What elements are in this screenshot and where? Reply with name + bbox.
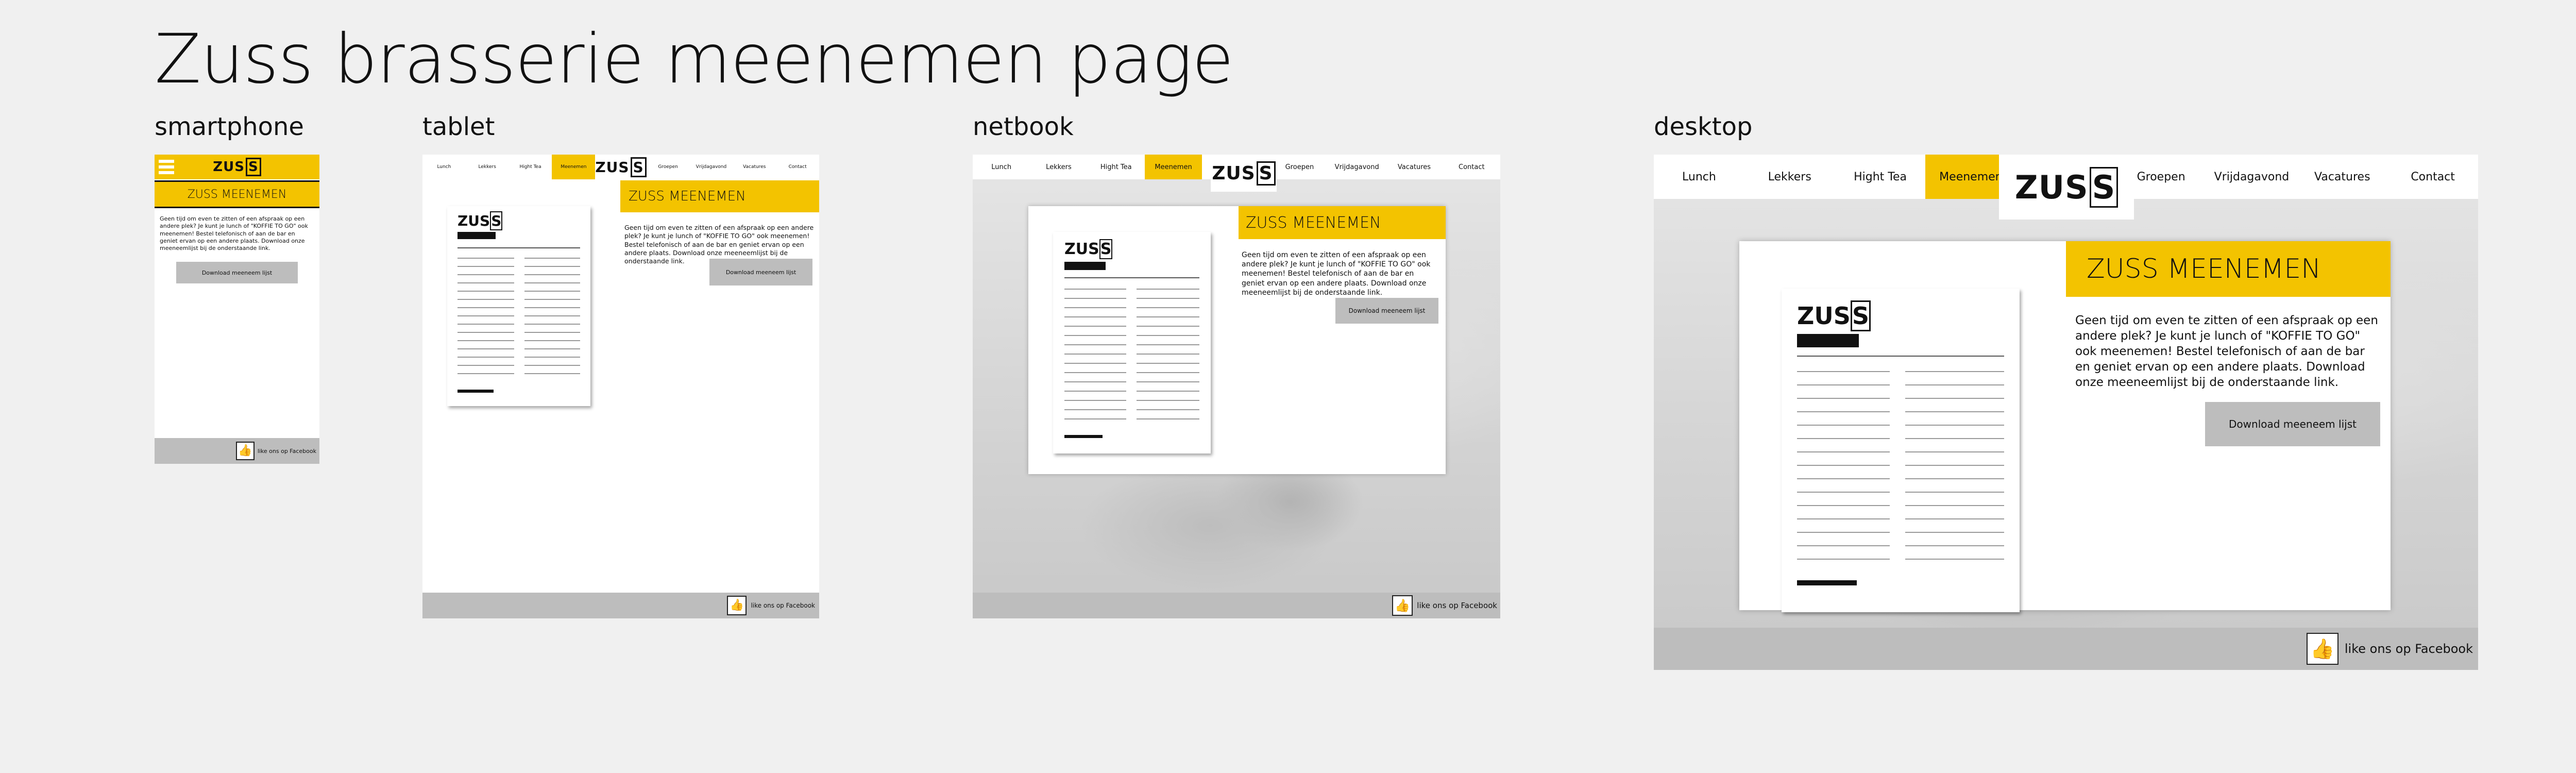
tablet-mockup: Lunch Lekkers Hight Tea Meenemen ZUS S Gr… xyxy=(422,155,819,618)
nav-groepen[interactable]: Groepen xyxy=(647,164,690,170)
section-heading: ZUSS MEENEMEN xyxy=(1239,206,1446,239)
nav-groepen[interactable]: Groepen xyxy=(1271,163,1328,171)
menu-logo: ZUSS xyxy=(1064,239,1113,259)
intro-text: Geen tijd om even te zitten of een afspr… xyxy=(2075,314,2378,389)
menu-label-bar xyxy=(1797,334,1859,347)
label-smartphone: smartphone xyxy=(155,112,304,141)
label-tablet: tablet xyxy=(422,112,495,141)
nav-vacatures[interactable]: Vacatures xyxy=(2297,171,2387,183)
facebook-like-icon[interactable]: 👍 xyxy=(2306,633,2338,665)
nav-contact[interactable]: Contact xyxy=(2387,171,2478,183)
nav-contact[interactable]: Contact xyxy=(1443,163,1500,171)
logo[interactable]: ZUS S xyxy=(211,158,263,176)
logo[interactable]: ZUS S xyxy=(1999,155,2134,220)
nav-lekkers[interactable]: Lekkers xyxy=(1030,163,1087,171)
smartphone-mockup: ZUS S ZUSS MEENEMEN Geen tijd om even te … xyxy=(155,155,319,464)
mobile-header: ZUS S xyxy=(155,155,319,179)
facebook-like-icon[interactable]: 👍 xyxy=(235,442,255,460)
desktop-mockup: Lunch Lekkers Hight Tea Meenemen Groepen… xyxy=(1654,155,2478,670)
nav-vacatures[interactable]: Vacatures xyxy=(733,164,776,170)
download-button[interactable]: Download meeneem lijst xyxy=(176,262,298,283)
download-button[interactable]: Download meeneem lijst xyxy=(1335,298,1438,324)
menu-preview[interactable]: ZUSS xyxy=(447,206,590,406)
nav-vrijdagavond[interactable]: Vrijdagavond xyxy=(1328,163,1385,171)
section-heading: ZUSS MEENEMEN xyxy=(155,180,319,208)
intro-text: Geen tijd om even te zitten of een afspr… xyxy=(1242,251,1431,297)
logo[interactable]: ZUS S xyxy=(1211,155,1277,192)
page-title: Zuss brasserie meenemen page xyxy=(155,20,1234,99)
label-desktop: desktop xyxy=(1654,112,1753,141)
section-heading: ZUSS MEENEMEN xyxy=(620,180,819,212)
nav-lunch[interactable]: Lunch xyxy=(973,163,1030,171)
nav-meenemen[interactable]: Meenemen xyxy=(1144,155,1202,179)
menu-logo: ZUSS xyxy=(457,211,503,230)
nav-vrijdagavond[interactable]: Vrijdagavond xyxy=(2207,171,2297,183)
label-netbook: netbook xyxy=(973,112,1074,141)
section-heading: ZUSS MEENEMEN xyxy=(2066,241,2391,297)
menu-preview[interactable]: ZUSS xyxy=(1053,232,1211,453)
facebook-link[interactable]: like ons op Facebook xyxy=(258,448,316,455)
facebook-like-icon[interactable]: 👍 xyxy=(727,596,747,615)
netbook-mockup: Lunch Lekkers Hight Tea Meenemen Groepen… xyxy=(973,155,1500,618)
footer: 👍 like ons op Facebook xyxy=(422,593,819,618)
menu-logo: ZUSS xyxy=(1797,300,1871,331)
nav-hight-tea[interactable]: Hight Tea xyxy=(1835,171,1926,183)
nav-lekkers[interactable]: Lekkers xyxy=(1744,171,1835,183)
menu-label-bar xyxy=(457,232,496,239)
nav-meenemen[interactable]: Meenemen xyxy=(552,155,596,179)
main-nav: Lunch Lekkers Hight Tea Meenemen ZUS S Gr… xyxy=(422,155,819,179)
menu-preview[interactable]: ZUSS xyxy=(1782,289,2020,612)
nav-hight-tea[interactable]: Hight Tea xyxy=(1088,163,1145,171)
facebook-like-icon[interactable]: 👍 xyxy=(1392,595,1413,616)
facebook-link[interactable]: like ons op Facebook xyxy=(751,602,815,609)
nav-vacatures[interactable]: Vacatures xyxy=(1385,163,1443,171)
nav-contact[interactable]: Contact xyxy=(776,164,819,170)
intro-text: Geen tijd om even te zitten of een afspr… xyxy=(160,215,308,252)
footer: 👍 like ons op Facebook xyxy=(155,438,319,464)
footer: 👍 like ons op Facebook xyxy=(1654,628,2478,670)
nav-lekkers[interactable]: Lekkers xyxy=(466,164,509,170)
menu-label-bar xyxy=(1064,262,1106,270)
logo[interactable]: ZUS S xyxy=(595,157,647,177)
footer: 👍 like ons op Facebook xyxy=(973,593,1500,618)
download-button[interactable]: Download meeneem lijst xyxy=(2205,402,2380,446)
content-card: ZUSS ZUSS MEENEMEN Geen tijd om even te … xyxy=(1739,241,2391,612)
facebook-link[interactable]: like ons op Facebook xyxy=(1417,601,1497,610)
content-card: ZUSS ZUSS MEENEMEN Geen tijd om even te … xyxy=(1028,206,1446,474)
facebook-link[interactable]: like ons op Facebook xyxy=(2345,642,2473,656)
download-button[interactable]: Download meeneem lijst xyxy=(709,259,812,285)
nav-lunch[interactable]: Lunch xyxy=(422,164,466,170)
nav-hight-tea[interactable]: Hight Tea xyxy=(509,164,552,170)
nav-vrijdagavond[interactable]: Vrijdagavond xyxy=(690,164,733,170)
nav-lunch[interactable]: Lunch xyxy=(1654,171,1744,183)
hamburger-icon[interactable] xyxy=(159,160,174,174)
